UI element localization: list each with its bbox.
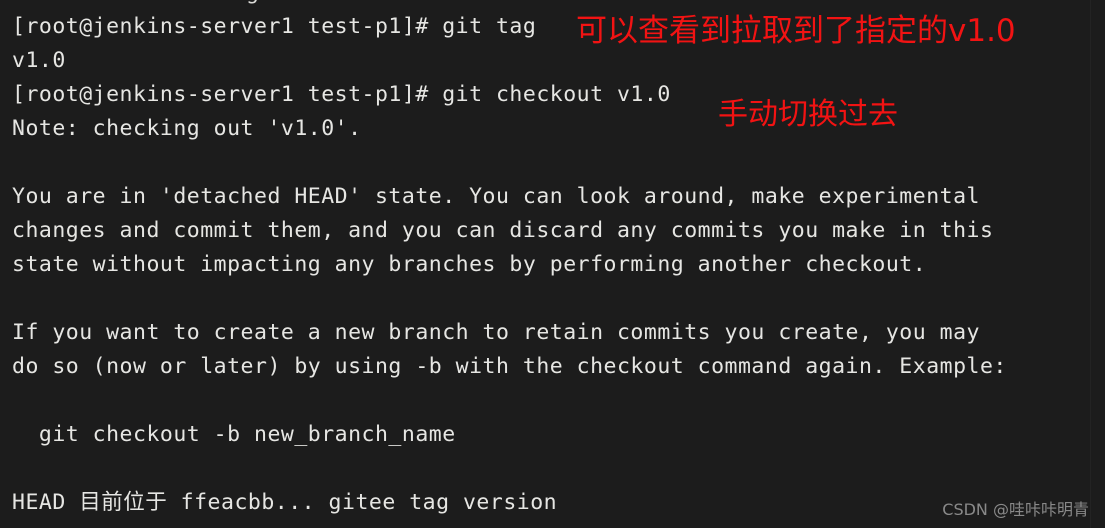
- terminal-line-head-position: HEAD 目前位于 ffeacbb... gitee tag version: [12, 490, 558, 515]
- terminal-line-git-tag-command: [root@jenkins-server1 test-p1]# git tag: [12, 14, 537, 39]
- terminal-line-create-branch-2: do so (now or later) by using -b with th…: [12, 354, 1007, 379]
- terminal-screenshot: g [root@jenkins-server1 test-p1]# git ta…: [0, 0, 1105, 528]
- terminal-line-git-checkout-command: [root@jenkins-server1 test-p1]# git chec…: [12, 82, 671, 107]
- annotation-tag-note: 可以查看到拉取到了指定的v1.0: [576, 13, 1016, 49]
- terminal-line-example-command: git checkout -b new_branch_name: [12, 422, 456, 447]
- terminal-line-detached-head-3: state without impacting any branches by …: [12, 252, 927, 277]
- terminal-line-detached-head-2: changes and commit them, and you can dis…: [12, 218, 994, 243]
- terminal-line-tag-v1-0: v1.0: [12, 48, 66, 73]
- clipped-scrollback-fragment: g: [246, 0, 259, 10]
- right-edge-seam: [1090, 0, 1091, 528]
- terminal-line-detached-head-1: You are in 'detached HEAD' state. You ca…: [12, 184, 980, 209]
- annotation-checkout-note: 手动切换过去: [718, 97, 898, 132]
- terminal-line-note-checking-out: Note: checking out 'v1.0'.: [12, 116, 362, 141]
- terminal-line-create-branch-1: If you want to create a new branch to re…: [12, 320, 980, 345]
- csdn-watermark: CSDN @哇咔咔明青: [942, 500, 1089, 519]
